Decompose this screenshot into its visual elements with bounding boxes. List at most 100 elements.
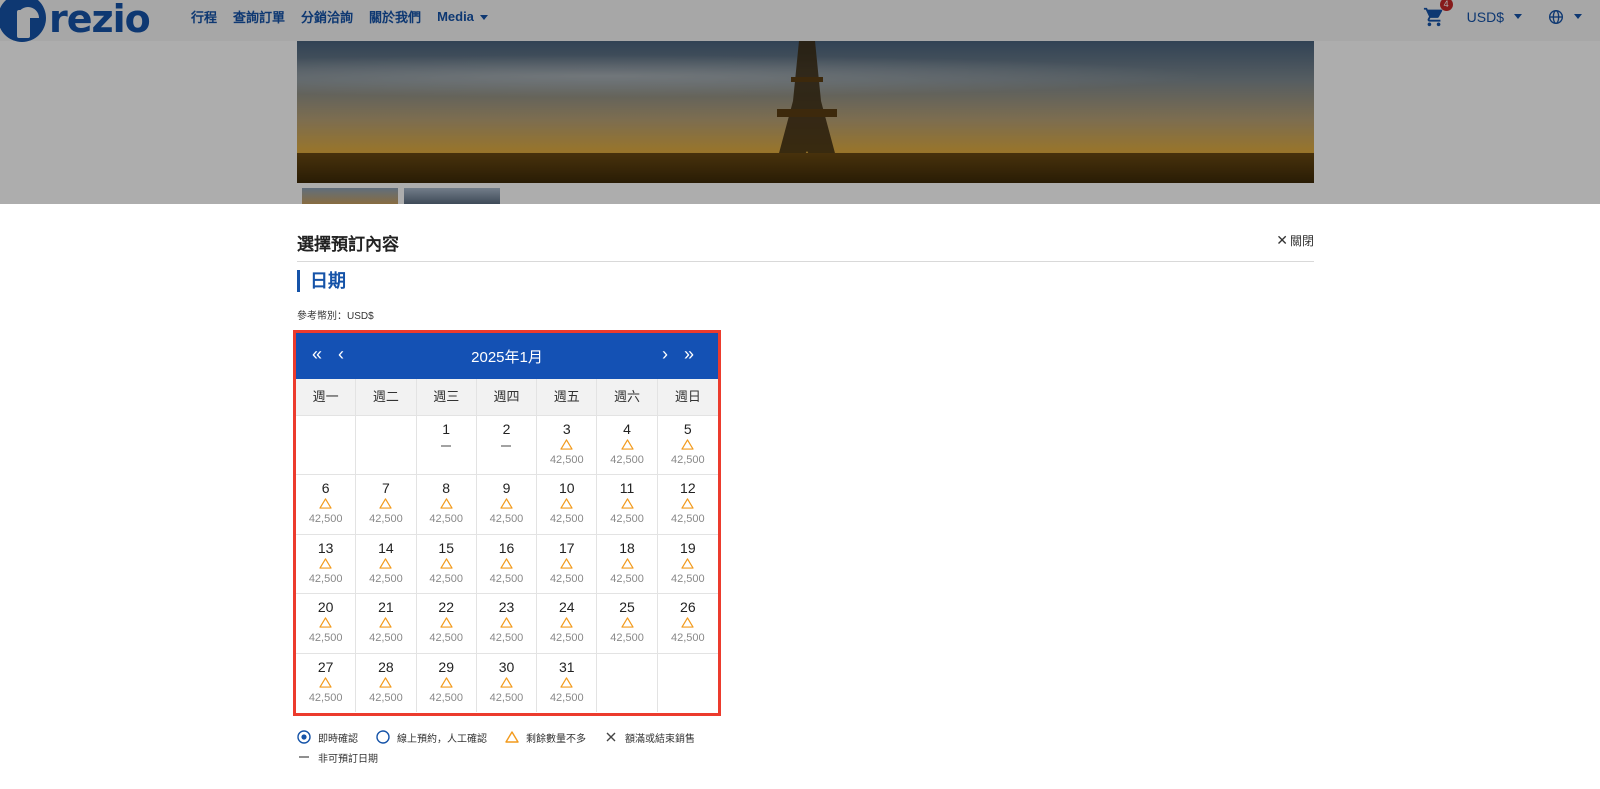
- calendar-day-cell[interactable]: 7 42,500: [356, 475, 417, 534]
- triangle-warning-icon: [356, 676, 415, 691]
- day-number: 31: [558, 658, 575, 675]
- legend-instant: 即時確認: [297, 730, 358, 745]
- day-price: 42,500: [489, 572, 524, 585]
- calendar-day-cell[interactable]: 22 42,500: [417, 594, 477, 653]
- triangle-warning-icon: [658, 617, 718, 631]
- close-button[interactable]: ✕ 關閉: [1276, 232, 1314, 249]
- calendar-day-cell[interactable]: 4 42,500: [597, 416, 658, 475]
- calendar-empty-cell: [658, 654, 718, 712]
- triangle-warning-icon: [356, 558, 415, 572]
- triangle-warning-icon: [658, 439, 718, 453]
- calendar-header: « ‹ 2025年1月 › »: [296, 333, 718, 379]
- day-price: 42,500: [369, 572, 403, 585]
- calendar-day-cell[interactable]: 27 42,500: [296, 653, 357, 712]
- day-number: 8: [442, 480, 451, 497]
- reference-currency-note: 參考幣別：USD$: [297, 311, 374, 322]
- weekday-label: 週五: [537, 379, 598, 415]
- day-number: 7: [382, 480, 390, 497]
- calendar-day-cell[interactable]: 12 42,500: [658, 475, 718, 533]
- calendar-day-cell[interactable]: 23 42,500: [477, 594, 538, 653]
- triangle-warning-icon: [597, 617, 656, 631]
- calendar-week-row: 27 42,500 28 42,500 29 42,500 30 42,500 31 42,500: [296, 652, 718, 712]
- weekday-label: 週日: [674, 389, 701, 404]
- calendar-day-cell[interactable]: 29 42,500: [417, 653, 477, 712]
- calendar-day-cell[interactable]: 18 42,500: [597, 534, 658, 594]
- legend-limited: 剩餘數量不多: [505, 730, 586, 745]
- calendar-day-cell[interactable]: 17 42,500: [537, 534, 598, 594]
- day-number: 3: [562, 421, 571, 437]
- calendar-day-cell[interactable]: 25 42,500: [597, 594, 658, 653]
- day-number: 5: [683, 421, 692, 437]
- radio-checked-icon: [297, 730, 311, 744]
- calendar-day-cell: 1: [417, 416, 477, 475]
- calendar-day-cell[interactable]: 10 42,500: [537, 475, 598, 534]
- day-number: 21: [378, 599, 394, 616]
- calendar-day-cell[interactable]: 6 42,500: [296, 475, 357, 534]
- day-number: 17: [558, 539, 575, 556]
- calendar-empty-cell: [356, 416, 417, 475]
- calendar-day-cell[interactable]: 31 42,500: [537, 653, 598, 712]
- triangle-warning-icon: [477, 617, 536, 631]
- day-price: 42,500: [549, 632, 584, 645]
- triangle-warning-icon: [537, 439, 596, 453]
- day-price: 42,500: [369, 513, 403, 526]
- calendar-day-cell[interactable]: 11 42,500: [597, 475, 658, 534]
- day-number: 14: [378, 539, 394, 556]
- calendar-day-cell[interactable]: 21 42,500: [356, 594, 417, 653]
- calendar-month-label: 2025年1月: [471, 349, 543, 366]
- calendar-day-cell[interactable]: 9 42,500: [477, 475, 538, 534]
- day-price: 42,500: [549, 691, 584, 704]
- calendar-day-cell[interactable]: 3 42,500: [537, 416, 598, 475]
- day-number: 30: [498, 658, 515, 675]
- calendar-day-cell[interactable]: 20 42,500: [296, 594, 357, 653]
- cross-icon: [604, 730, 618, 744]
- calendar-day-cell[interactable]: 28 42,500: [356, 653, 417, 712]
- calendar-day-cell[interactable]: 24 42,500: [537, 594, 598, 653]
- radio-empty-icon: [376, 730, 390, 744]
- day-number: 16: [498, 539, 515, 556]
- legend-soldout: 額滿或結束銷售: [604, 730, 695, 745]
- day-price: 42,500: [610, 632, 644, 645]
- date-section-title: 日期: [297, 270, 346, 292]
- day-number: 20: [317, 599, 334, 616]
- day-number: 28: [378, 658, 394, 675]
- triangle-warning-icon: [658, 498, 718, 512]
- next-year-button[interactable]: »: [680, 344, 698, 365]
- day-price: 42,500: [308, 691, 343, 704]
- day-number: 13: [317, 539, 334, 556]
- day-price: 42,500: [429, 632, 464, 645]
- calendar-day-cell[interactable]: 5 42,500: [658, 416, 718, 474]
- day-number: 1: [442, 421, 451, 437]
- calendar-day-cell[interactable]: 30 42,500: [477, 653, 538, 712]
- dash-icon: [477, 439, 536, 453]
- triangle-warning-icon: [658, 558, 718, 572]
- triangle-warning-icon: [356, 498, 415, 512]
- day-price: 42,500: [308, 513, 343, 526]
- calendar-day-cell[interactable]: 14 42,500: [356, 534, 417, 594]
- calendar-day-cell[interactable]: 13 42,500: [296, 534, 357, 594]
- calendar-empty-cell: [597, 653, 658, 712]
- close-label: 關閉: [1289, 234, 1314, 248]
- calendar-day-cell[interactable]: 16 42,500: [477, 534, 538, 594]
- day-number: 11: [619, 480, 635, 497]
- triangle-warning-icon: [417, 558, 476, 572]
- calendar-day-cell[interactable]: 15 42,500: [417, 534, 477, 594]
- triangle-warning-icon: [477, 676, 536, 691]
- weekday-label: 週六: [597, 379, 658, 415]
- close-icon: ✕: [1276, 232, 1288, 248]
- day-price: 42,500: [489, 513, 524, 526]
- calendar-day-cell[interactable]: 8 42,500: [417, 475, 477, 534]
- legend-unavailable: 非可預訂日期: [297, 750, 378, 765]
- weekday-label: 週四: [477, 379, 538, 415]
- day-number: 24: [558, 599, 575, 616]
- day-price: 42,500: [549, 513, 584, 526]
- day-number: 4: [623, 421, 631, 437]
- calendar-day-cell[interactable]: 26 42,500: [658, 594, 718, 652]
- day-number: 29: [438, 658, 454, 675]
- next-month-button[interactable]: ›: [656, 344, 674, 365]
- day-price: 42,500: [671, 513, 705, 526]
- calendar-day-cell[interactable]: 19 42,500: [658, 535, 718, 593]
- modal-backdrop[interactable]: [0, 0, 1600, 204]
- triangle-warning-icon: [356, 617, 415, 631]
- day-number: 15: [438, 539, 454, 556]
